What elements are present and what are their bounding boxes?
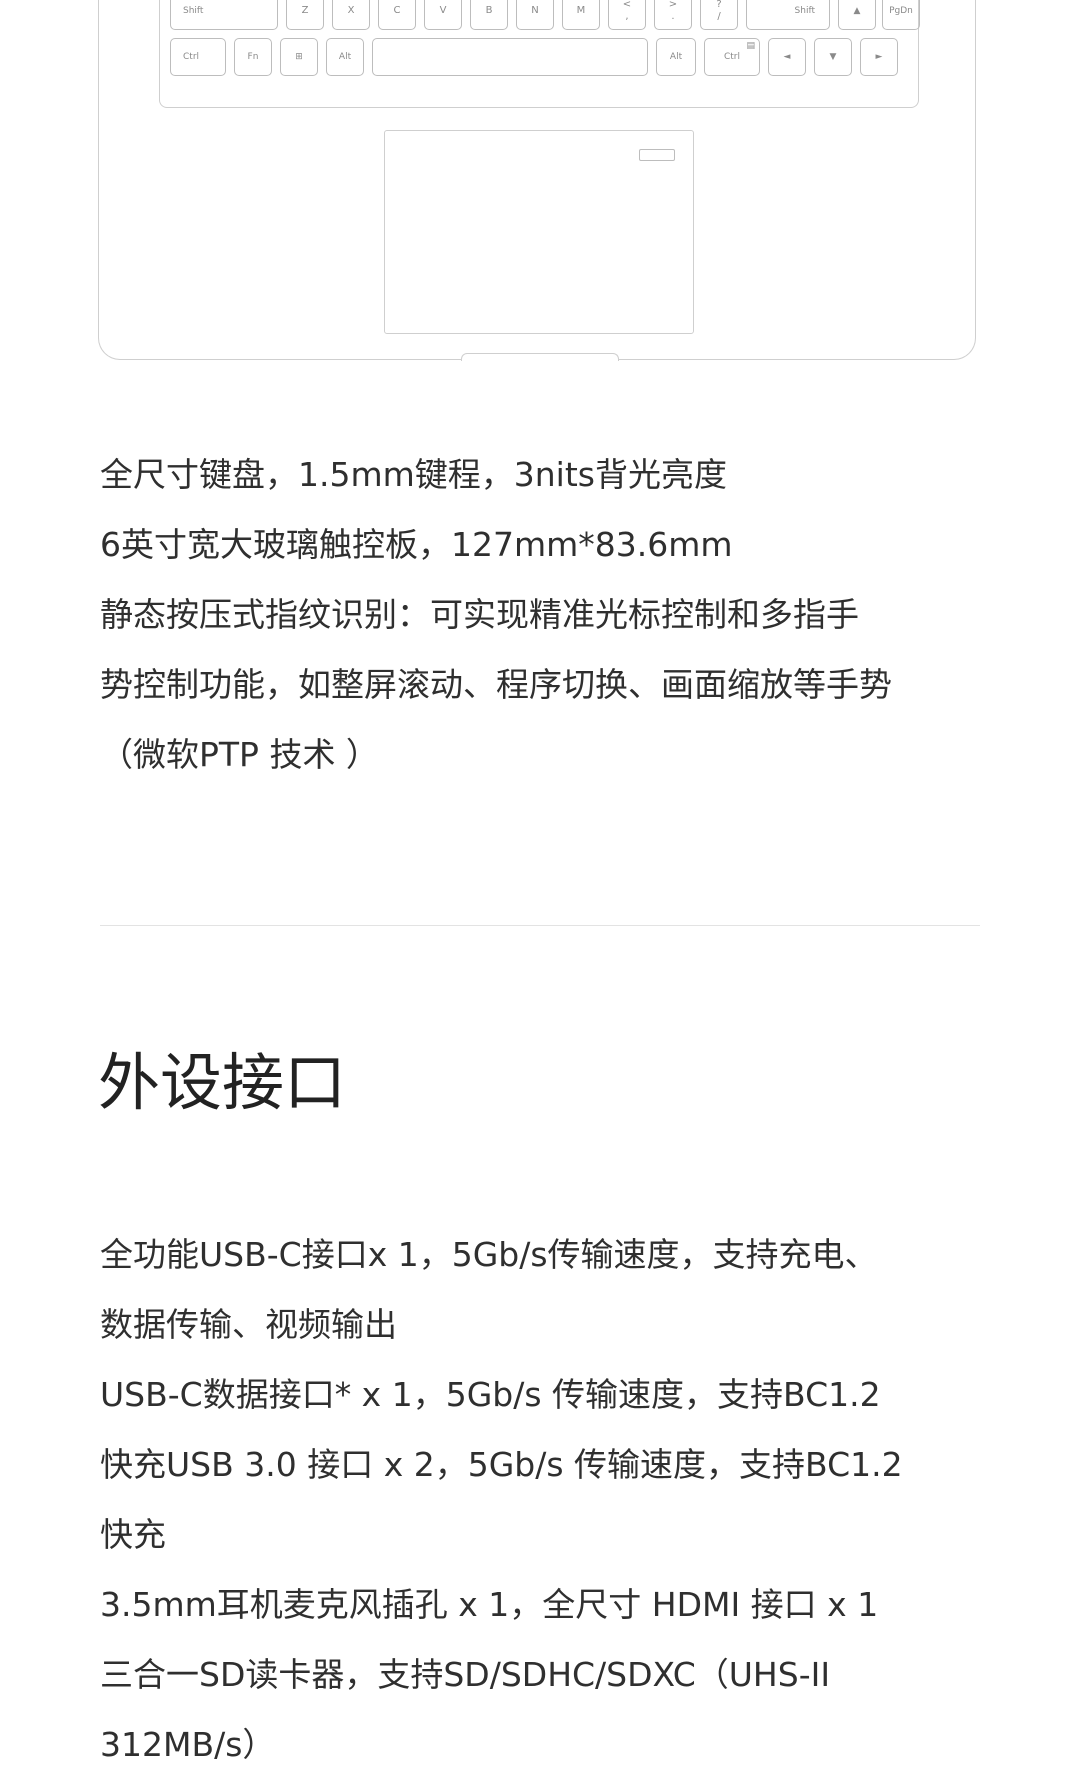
section-divider [100,925,980,926]
feature-line: 静态按压式指纹识别：可实现精准光标控制和多指手 [100,595,859,634]
key-right-ctrl-label: Ctrl [723,51,740,62]
port-line: 快充USB 3.0 接口 x 2，5Gb/s 传输速度，支持BC1.2 [100,1445,903,1484]
windows-logo-icon: ⊞ [280,38,318,76]
touchpad-illustration [384,130,694,334]
port-line: 全功能USB-C接口x 1，5Gb/s传输速度，支持充电、 [100,1235,878,1274]
lid-notch [461,353,619,361]
key-slash: ? / [700,0,738,30]
key-comma: < , [608,0,646,30]
port-line: 3.5mm耳机麦克风插孔 x 1，全尺寸 HDMI 接口 x 1 [100,1585,879,1624]
key-fn: Fn [234,38,272,76]
feature-line: 势控制功能，如整屏滚动、程序切换、画面缩放等手势 [100,665,892,704]
port-line: 312MB/s） [100,1725,276,1764]
port-line: USB-C数据接口* x 1，5Gb/s 传输速度，支持BC1.2 [100,1375,881,1414]
key-left-arrow-icon: ◄ [768,38,806,76]
key-b: B [470,0,508,30]
fingerprint-sensor-icon [639,149,675,161]
key-right-shift: Shift [746,0,830,30]
feature-line: 全尺寸键盘，1.5mm键程，3nits背光亮度 [100,455,727,494]
key-up-arrow-icon: ▲ [838,0,876,30]
key-right-ctrl: Ctrl ▤ [704,38,760,76]
key-right-arrow-icon: ► [860,38,898,76]
key-z: Z [286,0,324,30]
key-x: X [332,0,370,30]
key-right-alt: Alt [656,38,696,76]
ports-spec-list: 全功能USB-C接口x 1，5Gb/s传输速度，支持充电、 数据传输、视频输出 … [100,1220,1000,1780]
port-line: 数据传输、视频输出 [100,1305,397,1344]
key-n: N [516,0,554,30]
key-pgdn: PgDn [882,0,920,30]
key-comma-lower: , [625,11,629,22]
laptop-illustration: Shift Z X C V B N M < , > . ? / Shift ▲ … [98,0,976,361]
keyboard-illustration: Shift Z X C V B N M < , > . ? / Shift ▲ … [159,0,920,108]
key-period: > . [654,0,692,30]
feature-line: （微软PTP 技术 ） [100,735,379,774]
menu-icon: ▤ [746,41,755,51]
key-c: C [378,0,416,30]
key-slash-upper: ? [716,0,722,10]
key-left-shift: Shift [170,0,278,30]
key-m: M [562,0,600,30]
key-down-arrow-icon: ▼ [814,38,852,76]
keyboard-feature-list: 全尺寸键盘，1.5mm键程，3nits背光亮度 6英寸宽大玻璃触控板，127mm… [100,440,980,790]
key-space [372,38,648,76]
key-left-alt: Alt [326,38,364,76]
key-comma-upper: < [622,0,632,10]
ports-section-title: 外设接口 [98,1046,347,1119]
key-left-ctrl: Ctrl [170,38,226,76]
port-line: 快充 [100,1515,166,1554]
key-period-upper: > [668,0,678,10]
key-v: V [424,0,462,30]
port-line: 三合一SD读卡器，支持SD/SDHC/SDXC（UHS-II [100,1655,831,1694]
key-period-lower: . [671,11,675,22]
feature-line: 6英寸宽大玻璃触控板，127mm*83.6mm [100,525,733,564]
key-slash-lower: / [717,11,721,22]
